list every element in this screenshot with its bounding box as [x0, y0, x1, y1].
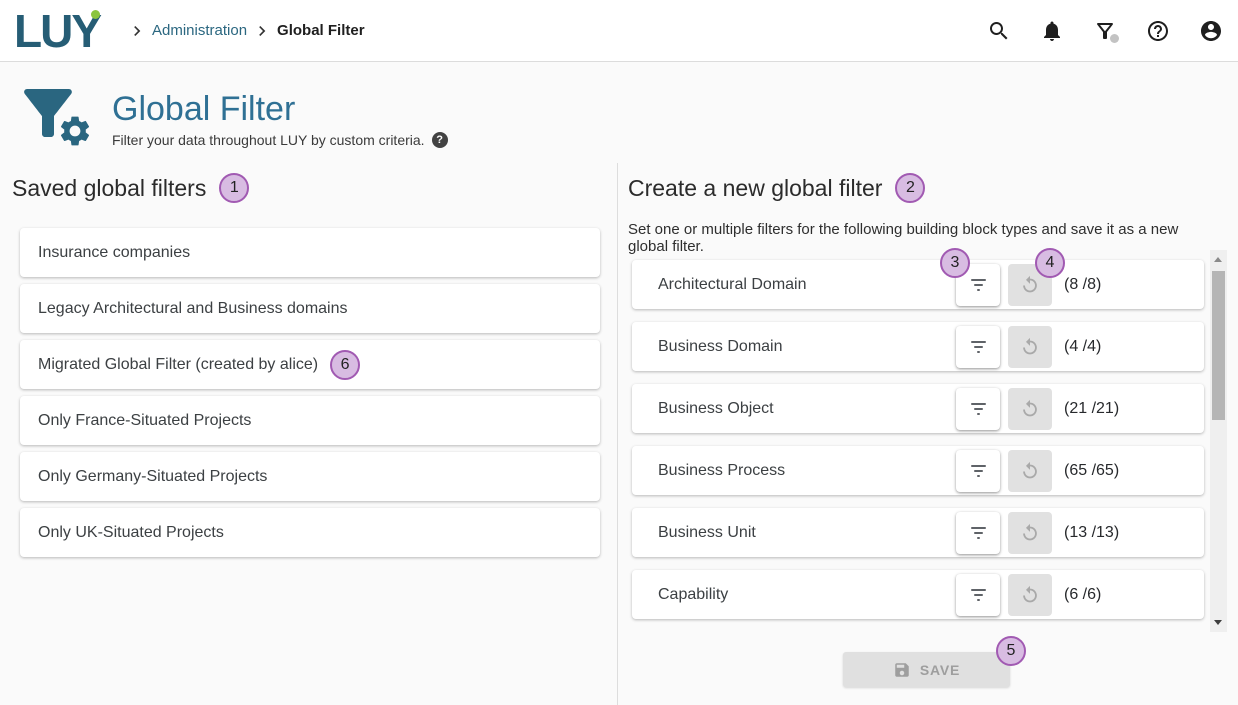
page-header: Global Filter Filter your data throughou… — [12, 79, 448, 151]
saved-filter-item[interactable]: Only France-Situated Projects — [20, 396, 600, 445]
saved-filter-label: Only France-Situated Projects — [38, 412, 251, 430]
building-block-row: Capability (6 /6) — [632, 570, 1204, 619]
create-filter-heading-label: Create a new global filter — [628, 175, 882, 202]
breadcrumb: Administration Global Filter — [122, 21, 365, 41]
filter-status-dot — [1110, 34, 1119, 43]
saved-filter-item[interactable]: Only UK-Situated Projects — [20, 508, 600, 557]
saved-filter-label: Insurance companies — [38, 244, 190, 262]
row-reset-button[interactable] — [1008, 574, 1052, 616]
panel-divider — [617, 163, 618, 705]
search-icon[interactable] — [987, 19, 1011, 43]
undo-icon — [1019, 584, 1041, 606]
undo-icon — [1019, 522, 1041, 544]
top-bar: LUY Administration Global Filter — [0, 0, 1238, 62]
create-filter-heading: Create a new global filter 2 — [628, 173, 925, 203]
row-count: (13 /13) — [1064, 524, 1204, 542]
undo-icon — [1019, 398, 1041, 420]
breadcrumb-administration[interactable]: Administration — [152, 22, 247, 39]
row-filter-button[interactable] — [956, 450, 1000, 492]
luy-logo[interactable]: LUY — [14, 8, 100, 54]
breadcrumb-global-filter: Global Filter — [277, 22, 365, 39]
saved-filters-heading: Saved global filters 1 — [12, 173, 249, 203]
undo-icon — [1019, 336, 1041, 358]
global-filter-funnel-icon[interactable] — [1093, 19, 1117, 43]
row-reset-button[interactable] — [1008, 512, 1052, 554]
saved-filter-item[interactable]: Migrated Global Filter (created by alice… — [20, 340, 600, 389]
row-filter-button[interactable] — [956, 388, 1000, 430]
create-filter-description: Set one or multiple filters for the foll… — [628, 221, 1218, 255]
luy-logo-green-dot — [91, 10, 100, 19]
building-block-label: Business Process — [658, 462, 956, 480]
building-block-row: Architectural Domain (8 /8) — [632, 260, 1204, 309]
row-reset-button[interactable] — [1008, 388, 1052, 430]
gear-icon — [57, 113, 93, 149]
topbar-actions — [987, 19, 1223, 43]
save-button-label: SAVE — [920, 662, 960, 678]
saved-filters-list: Insurance companies Legacy Architectural… — [20, 228, 600, 564]
filter-lines-icon — [971, 403, 986, 405]
saved-filter-label: Only Germany-Situated Projects — [38, 468, 267, 486]
building-block-row: Business Unit (13 /13) — [632, 508, 1204, 557]
saved-filter-label: Migrated Global Filter (created by alice… — [38, 356, 318, 374]
filter-lines-icon — [971, 527, 986, 529]
building-block-row: Business Object (21 /21) — [632, 384, 1204, 433]
callout-4: 4 — [1035, 248, 1065, 278]
filter-lines-icon — [971, 279, 986, 281]
undo-icon — [1019, 460, 1041, 482]
filter-lines-icon — [971, 589, 986, 591]
row-count: (65 /65) — [1064, 462, 1204, 480]
callout-6: 6 — [330, 350, 360, 380]
luy-logo-text: LUY — [14, 5, 100, 57]
row-count: (6 /6) — [1064, 586, 1204, 604]
help-icon[interactable] — [1146, 19, 1170, 43]
scrollbar-thumb[interactable] — [1212, 271, 1225, 420]
scrollbar-up-arrow-icon[interactable] — [1214, 257, 1222, 262]
saved-filter-label: Legacy Architectural and Business domain… — [38, 300, 348, 318]
scrollbar-down-arrow-icon[interactable] — [1214, 620, 1222, 625]
building-block-label: Capability — [658, 586, 956, 604]
saved-filter-item[interactable]: Legacy Architectural and Business domain… — [20, 284, 600, 333]
callout-3: 3 — [940, 248, 970, 278]
row-count: (21 /21) — [1064, 400, 1204, 418]
building-block-label: Architectural Domain — [658, 276, 956, 294]
row-filter-button[interactable] — [956, 512, 1000, 554]
callout-5: 5 — [996, 636, 1026, 666]
notifications-bell-icon[interactable] — [1040, 19, 1064, 43]
chevron-right-icon — [252, 21, 272, 41]
account-icon[interactable] — [1199, 19, 1223, 43]
row-reset-button[interactable] — [1008, 326, 1052, 368]
building-block-label: Business Object — [658, 400, 956, 418]
row-filter-button[interactable] — [956, 326, 1000, 368]
building-block-label: Business Unit — [658, 524, 956, 542]
scrollbar-track[interactable] — [1210, 250, 1227, 632]
building-block-label: Business Domain — [658, 338, 956, 356]
saved-filter-item[interactable]: Insurance companies — [20, 228, 600, 277]
save-floppy-icon — [893, 661, 911, 679]
callout-1: 1 — [219, 173, 249, 203]
undo-icon — [1019, 274, 1041, 296]
row-count: (4 /4) — [1064, 338, 1204, 356]
page-header-text: Global Filter Filter your data throughou… — [112, 79, 448, 151]
chevron-right-icon — [127, 21, 147, 41]
row-count: (8 /8) — [1064, 276, 1204, 294]
filter-lines-icon — [971, 341, 986, 343]
page-title: Global Filter — [112, 91, 448, 128]
saved-filters-heading-label: Saved global filters — [12, 175, 206, 202]
page-subtitle: Filter your data throughout LUY by custo… — [112, 132, 425, 148]
row-filter-button[interactable] — [956, 574, 1000, 616]
save-button[interactable]: SAVE — [843, 652, 1010, 687]
building-block-row: Business Process (65 /65) — [632, 446, 1204, 495]
building-block-list: Architectural Domain (8 /8) Business Dom… — [632, 260, 1204, 632]
subtitle-help-icon[interactable]: ? — [432, 132, 448, 148]
callout-2: 2 — [895, 173, 925, 203]
saved-filter-item[interactable]: Only Germany-Situated Projects — [20, 452, 600, 501]
building-block-row: Business Domain (4 /4) — [632, 322, 1204, 371]
saved-filter-label: Only UK-Situated Projects — [38, 524, 224, 542]
row-reset-button[interactable] — [1008, 450, 1052, 492]
global-filter-gear-icon — [12, 79, 98, 151]
filter-lines-icon — [971, 465, 986, 467]
